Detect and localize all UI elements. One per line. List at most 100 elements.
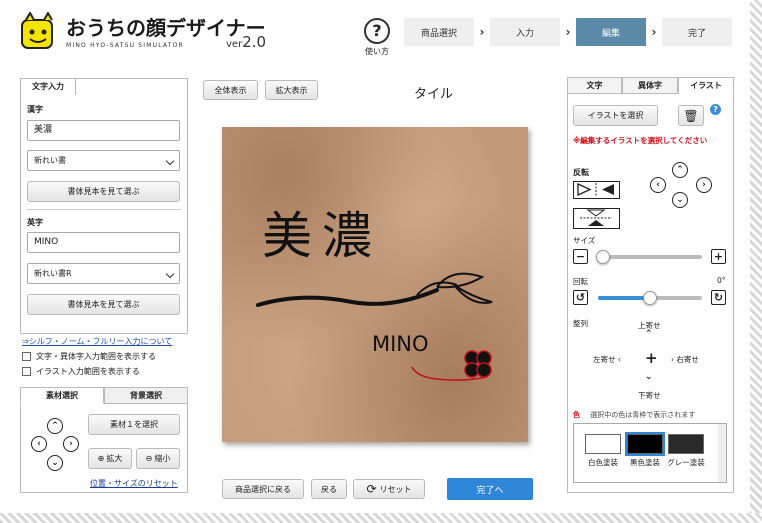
zoom-out-icon: ⊖	[145, 454, 153, 463]
kanji-font-select[interactable]: 新れい書	[27, 150, 180, 171]
size-label: サイズ	[573, 236, 596, 245]
tab-text-input[interactable]: 文字入力	[20, 78, 76, 95]
chevron-right-icon: ›	[479, 25, 485, 39]
leaf-ornament	[416, 272, 493, 304]
move-left-button[interactable]: ‹	[31, 436, 47, 452]
checkbox-label: 文字・異体字入力範囲を表示する	[36, 352, 156, 361]
help-label: 使い方	[365, 47, 389, 56]
rotate-value: 0°	[717, 276, 726, 285]
chevron-down-icon: ⌄	[645, 372, 653, 382]
product-title: タイル	[414, 87, 454, 102]
show-text-range-checkbox[interactable]: 文字・異体字入力範囲を表示する	[22, 351, 156, 362]
color-label-white: 白色塗装	[588, 458, 618, 467]
tab-background-select[interactable]: 背景選択	[104, 387, 188, 404]
rotate-label: 回転	[573, 277, 588, 286]
zoom-in-icon: ⊕	[97, 454, 105, 463]
move-up-button[interactable]: ⌃	[47, 418, 63, 434]
checkbox-label: イラスト入力範囲を表示する	[36, 367, 140, 376]
tile-english-text[interactable]: MINO	[372, 332, 429, 356]
move-down-button[interactable]: ⌄	[47, 455, 63, 471]
zoom-view-button[interactable]: 拡大表示	[265, 80, 318, 100]
chevron-right-icon: ›	[565, 25, 571, 39]
color-header: 色 選択中の色は青枠で表示されます	[573, 411, 696, 419]
clover-icon	[464, 350, 492, 378]
back-button[interactable]: 戻る	[311, 479, 347, 499]
flip-vertical-button[interactable]	[573, 208, 620, 229]
kanji-label: 漢字	[27, 105, 43, 114]
illust-move-down-button[interactable]: ⌄	[672, 192, 688, 208]
app-logo[interactable]: おうちの顔デザイナー MINO HYO-SATSU SIMULATOR ver2…	[18, 10, 268, 56]
reset-position-size-link[interactable]: 位置・サイズのリセット	[90, 478, 178, 489]
rotate-slider-handle[interactable]	[643, 291, 657, 305]
align-center-button[interactable]: +	[645, 349, 658, 367]
step-navigation: 商品選択 › 入力 › 編集 › 完了	[404, 18, 732, 46]
tab-material-select[interactable]: 素材選択	[20, 387, 104, 404]
size-decrease-button[interactable]: −	[573, 249, 588, 264]
english-font-select[interactable]: 新れい書R	[27, 263, 180, 284]
size-increase-button[interactable]: +	[711, 249, 726, 264]
kanji-input[interactable]: 美濃	[27, 120, 180, 141]
align-left-button[interactable]: 左寄せ ‹	[593, 354, 621, 365]
english-font-sample-button[interactable]: 書体見本を見て選ぶ	[27, 294, 180, 315]
color-swatch-black[interactable]	[625, 432, 665, 456]
illustration-warning: ※編集するイラストを選択してください	[573, 136, 708, 145]
view-all-button[interactable]: 全体表示	[203, 80, 258, 100]
english-input[interactable]: MINO	[27, 232, 180, 253]
question-icon: ?	[364, 18, 390, 44]
align-bottom-button[interactable]: 下寄せ	[638, 390, 661, 401]
tab-variant-glyph[interactable]: 異体字	[622, 77, 678, 94]
illust-move-up-button[interactable]: ⌃	[672, 162, 688, 178]
info-icon[interactable]: ?	[710, 104, 721, 115]
step-input[interactable]: 入力	[490, 18, 560, 46]
size-slider[interactable]	[598, 255, 702, 259]
tile-illustration[interactable]	[222, 127, 528, 442]
app-version: ver2.0	[226, 33, 267, 51]
select-material-button[interactable]: 素材１を選択	[88, 414, 180, 435]
back-to-product-button[interactable]: 商品選択に戻る	[222, 479, 304, 499]
kanji-font-sample-button[interactable]: 書体見本を見て選ぶ	[27, 181, 180, 202]
chevron-up-icon: ⌃	[645, 329, 653, 339]
finish-button[interactable]: 完了へ	[447, 478, 533, 500]
reset-button[interactable]: ⟳ リセット	[353, 479, 425, 499]
refresh-icon: ⟳	[366, 482, 377, 496]
align-label: 整列	[573, 319, 588, 328]
color-label-black: 黒色塗装	[630, 458, 660, 467]
help-button[interactable]: ? 使い方	[360, 18, 394, 57]
step-edit[interactable]: 編集	[576, 18, 646, 46]
sylph-gnome-info-link[interactable]: ⇒シルフ・ノーム・フルリー入力について	[22, 336, 172, 347]
tab-text[interactable]: 文字	[567, 77, 622, 94]
tab-illustration[interactable]: イラスト	[678, 77, 734, 94]
color-list-scrollbar[interactable]	[718, 424, 726, 482]
decorative-stripes-bottom	[0, 513, 762, 523]
swirl-line	[256, 288, 439, 307]
divider	[26, 209, 181, 210]
flip-horizontal-icon	[577, 182, 614, 197]
flip-vertical-icon	[580, 209, 612, 226]
move-right-button[interactable]: ›	[63, 436, 79, 452]
trash-icon: 🗑	[683, 108, 699, 123]
rotate-right-button[interactable]: ↻	[711, 290, 726, 305]
zoom-in-button[interactable]: ⊕ 拡大	[88, 448, 132, 469]
english-label: 英字	[27, 218, 43, 227]
trash-button[interactable]: 🗑	[678, 105, 704, 126]
illust-move-left-button[interactable]: ‹	[650, 177, 666, 193]
checkbox-box	[22, 352, 31, 361]
zoom-out-button[interactable]: ⊖ 縮小	[136, 448, 180, 469]
align-right-button[interactable]: › 右寄せ	[671, 354, 699, 365]
step-product-select[interactable]: 商品選択	[404, 18, 474, 46]
color-label-gray: グレー塗装	[667, 458, 705, 467]
flip-horizontal-button[interactable]	[573, 181, 620, 199]
rotate-left-button[interactable]: ↺	[573, 290, 588, 305]
mascot-icon	[21, 12, 53, 49]
color-swatch-gray[interactable]	[668, 434, 704, 454]
select-illustration-button[interactable]: イラストを選択	[573, 105, 658, 126]
app-subtitle: MINO HYO-SATSU SIMULATOR	[66, 42, 184, 49]
illust-move-right-button[interactable]: ›	[696, 177, 712, 193]
step-complete[interactable]: 完了	[662, 18, 732, 46]
chevron-right-icon: ›	[651, 25, 657, 39]
flip-label: 反転	[573, 168, 589, 177]
checkbox-box	[22, 367, 31, 376]
show-illust-range-checkbox[interactable]: イラスト入力範囲を表示する	[22, 366, 140, 377]
decorative-stripes-right	[750, 0, 762, 523]
color-swatch-white[interactable]	[585, 434, 621, 454]
